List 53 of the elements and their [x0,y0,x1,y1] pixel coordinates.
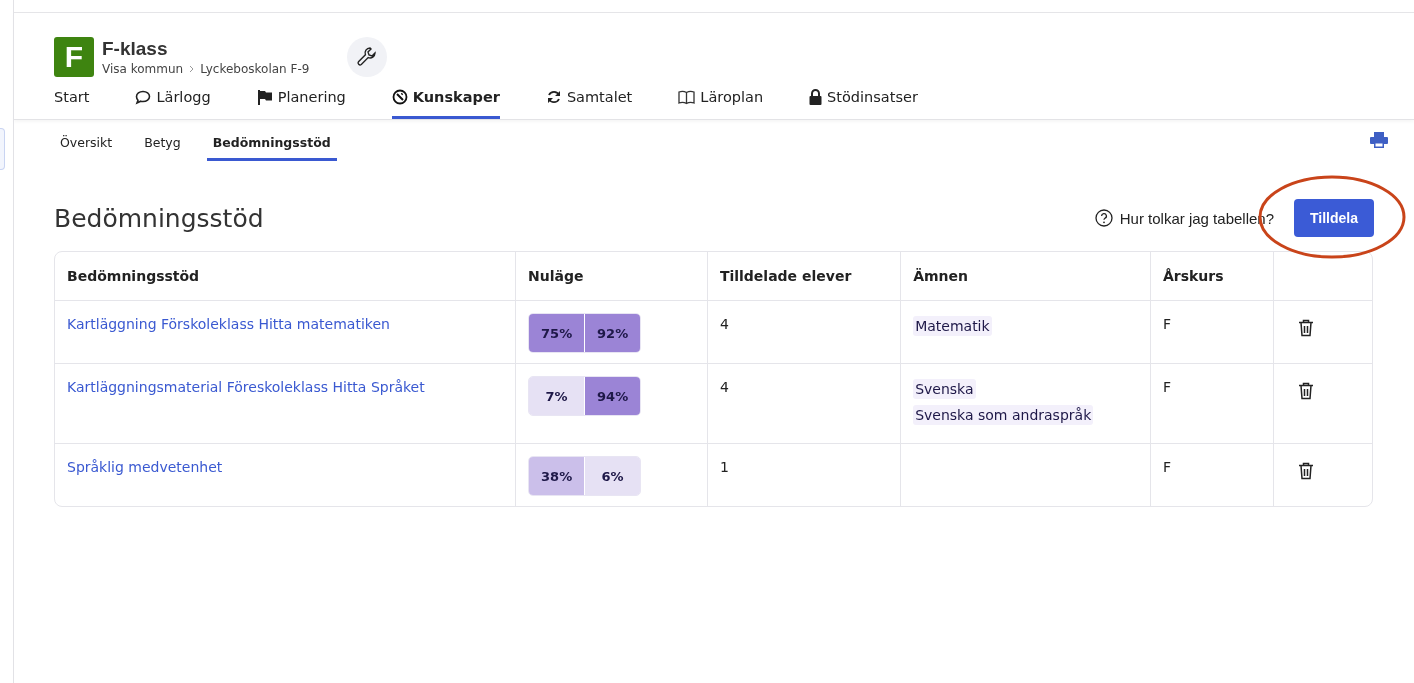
status-segment: 38% [529,457,585,495]
column-header: Årskurs [1162,268,1224,284]
status-segment: 94% [584,377,641,415]
assessment-link[interactable]: Kartläggningsmaterial Föreskoleklass Hitta Språket [67,379,425,395]
nav-tab[interactable]: Lärlogg [135,87,211,119]
class-title: F-klass [102,38,169,60]
lock-icon [809,89,823,105]
column-header: Bedömningsstöd [67,268,200,284]
nav-tab[interactable]: Läroplan [678,87,764,119]
speech-bubble-icon [135,89,152,105]
class-logo: F [54,37,94,77]
compass-icon [391,89,408,105]
breadcrumb-link[interactable]: Lyckeboskolan F-9 [200,62,310,76]
grade-cell: F [1162,459,1171,475]
status-segment: 75% [529,314,585,352]
sub-tab[interactable]: Bedömningsstöd [206,134,337,161]
status-segment: 92% [584,314,641,352]
nav-tab[interactable]: Stödinsatser [809,87,918,119]
wrench-icon [356,46,379,68]
student-count: 1 [719,459,729,475]
student-count: 4 [719,316,729,332]
trash-icon[interactable] [1297,382,1314,400]
grade-cell: F [1162,316,1171,332]
chevron-icon [189,65,195,73]
refresh-icon [545,89,562,105]
sub-tab[interactable]: Översikt [54,134,119,161]
sub-tab[interactable]: Betyg [138,134,187,161]
subject-tag: Svenska [913,379,976,399]
flag-icon [256,89,273,105]
nav-tab[interactable]: Samtalet [545,87,633,119]
book-icon [678,89,696,105]
nav-tab[interactable]: Kunskaper [391,87,500,119]
nav-tab[interactable]: Planering [256,87,346,119]
column-header: Tilldelade elever [719,268,852,284]
print-icon[interactable] [1370,132,1388,148]
subject-tag: Svenska som andraspråk [913,405,1094,425]
breadcrumb-link[interactable]: Visa kommun [102,62,184,76]
help-icon[interactable] [1094,209,1113,227]
assessment-link[interactable]: Kartläggning Förskoleklass Hitta matematiken [67,316,390,332]
status-segment: 7% [529,377,585,415]
assessment-link[interactable]: Språklig medvetenhet [67,459,223,475]
nav-tab[interactable]: Start [54,87,90,119]
trash-icon[interactable] [1297,319,1314,337]
trash-icon[interactable] [1297,462,1314,480]
column-header: Ämnen [913,268,968,284]
subject-tag: Matematik [913,316,992,336]
status-segment: 6% [584,457,641,495]
column-header: Nuläge [528,268,584,284]
grade-cell: F [1162,379,1171,395]
assign-button[interactable]: Tilldela [1294,199,1374,237]
student-count: 4 [719,379,729,395]
wrench-button[interactable] [347,37,388,77]
page-title: Bedömningsstöd [54,203,265,233]
